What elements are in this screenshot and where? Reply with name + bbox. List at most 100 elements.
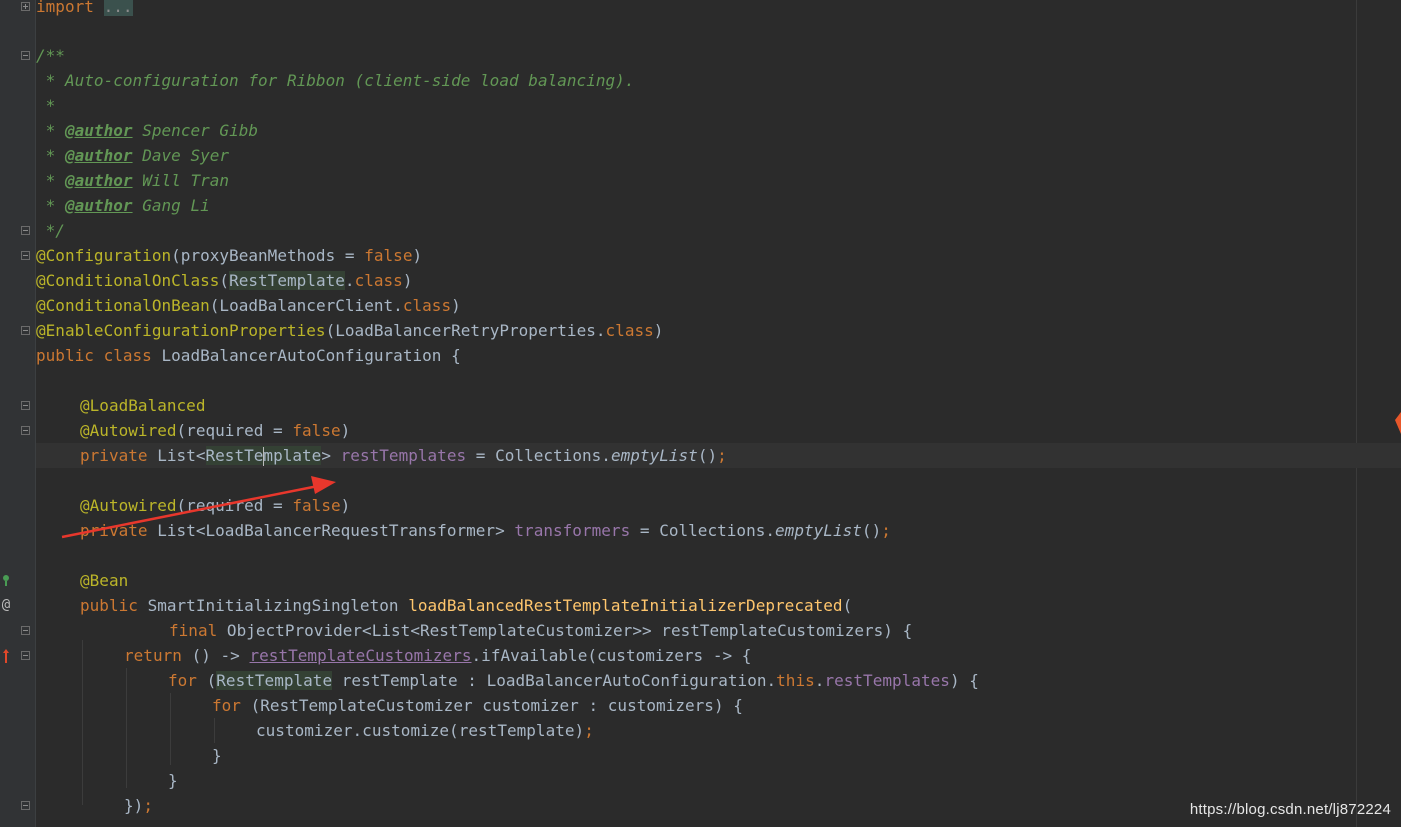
code-text: > bbox=[321, 446, 341, 465]
author-tag: @author bbox=[64, 196, 133, 215]
closing-brace: } bbox=[168, 771, 178, 790]
javadoc-star: * bbox=[36, 146, 65, 165]
semicolon: ; bbox=[143, 796, 153, 815]
folded-imports[interactable]: ... bbox=[103, 0, 133, 16]
fold-collapse-icon[interactable] bbox=[21, 801, 30, 810]
keyword: private bbox=[80, 446, 148, 465]
code-text: ( bbox=[842, 596, 853, 615]
for-loop-line: for (RestTemplate restTemplate : LoadBal… bbox=[168, 668, 979, 693]
javadoc-author-line: * @author Gang Li bbox=[36, 193, 210, 218]
annotation: @Autowired bbox=[80, 421, 177, 440]
code-text: ( bbox=[219, 271, 230, 290]
code-text: (RestTemplateCustomizer customizer : cus… bbox=[240, 696, 743, 715]
code-text: ) bbox=[451, 296, 461, 315]
code-text: = Collections. bbox=[466, 446, 611, 465]
static-method-call: emptyList bbox=[775, 521, 862, 540]
keyword: class bbox=[402, 296, 452, 315]
keyword: public bbox=[80, 596, 138, 615]
javadoc-blank: * bbox=[36, 96, 56, 115]
rest-templates-field-line: private List<RestTemplate> restTemplates… bbox=[80, 443, 727, 468]
annotation: @Configuration bbox=[36, 246, 172, 265]
method-declaration-line: public SmartInitializingSingleton loadBa… bbox=[80, 593, 852, 618]
code-text: (LoadBalancerRetryProperties. bbox=[325, 321, 606, 340]
conditional-on-bean-line: @ConditionalOnBean(LoadBalancerClient.cl… bbox=[36, 293, 461, 318]
fold-expand-icon[interactable] bbox=[21, 2, 30, 11]
field-name: restTemplates bbox=[824, 671, 950, 690]
closing-lambda-line: }); bbox=[124, 793, 153, 818]
indent-guide bbox=[214, 718, 215, 743]
author-name: Will Tran bbox=[142, 171, 230, 190]
javadoc-author-line: * @author Dave Syer bbox=[36, 143, 229, 168]
author-name: Dave Syer bbox=[142, 146, 230, 165]
fold-collapse-icon[interactable] bbox=[21, 51, 30, 60]
semicolon: ; bbox=[717, 446, 727, 465]
code-text: (proxyBeanMethods = bbox=[171, 246, 365, 265]
author-tag: @author bbox=[64, 121, 133, 140]
author-name: Spencer Gibb bbox=[142, 121, 259, 140]
annotation: @ConditionalOnBean bbox=[36, 296, 210, 315]
class-name: LoadBalancerAutoConfiguration { bbox=[151, 346, 461, 365]
code-text: ) bbox=[340, 496, 351, 515]
code-text: () bbox=[861, 521, 882, 540]
class-declaration-line: public class LoadBalancerAutoConfigurati… bbox=[36, 343, 461, 368]
bean-run-icon[interactable] bbox=[0, 574, 12, 589]
fold-collapse-icon[interactable] bbox=[21, 401, 30, 410]
code-text: . bbox=[344, 271, 355, 290]
annotation: @ConditionalOnClass bbox=[36, 271, 220, 290]
static-method-call: emptyList bbox=[610, 446, 698, 465]
keyword: this bbox=[776, 671, 815, 690]
boolean-literal: false bbox=[292, 421, 341, 440]
configuration-annotation-line: @Configuration(proxyBeanMethods = false) bbox=[36, 243, 422, 268]
autowired-annotation-line: @Autowired(required = false) bbox=[80, 493, 350, 518]
watermark: https://blog.csdn.net/lj872224 bbox=[1189, 801, 1391, 818]
transformers-field-line: private List<LoadBalancerRequestTransfor… bbox=[80, 518, 891, 543]
code-text: () -> bbox=[181, 646, 250, 665]
fold-collapse-icon[interactable] bbox=[21, 251, 30, 260]
keyword: class bbox=[354, 271, 403, 290]
code-text: }) bbox=[124, 796, 144, 815]
keyword: class bbox=[605, 321, 654, 340]
indent-guide bbox=[170, 693, 171, 765]
highlighted-type: RestTemplate bbox=[216, 671, 333, 690]
code-text: ) bbox=[412, 246, 423, 265]
import-line: import ... bbox=[36, 0, 133, 19]
conditional-on-class-line: @ConditionalOnClass(RestTemplate.class) bbox=[36, 268, 412, 293]
field-name: restTemplates bbox=[340, 446, 467, 465]
method-params-line: final ObjectProvider<List<RestTemplateCu… bbox=[169, 618, 912, 643]
fold-collapse-icon[interactable] bbox=[21, 651, 30, 660]
annotation-at-icon[interactable]: @ bbox=[0, 598, 12, 612]
return-line: return () -> restTemplateCustomizers.ifA… bbox=[124, 643, 751, 668]
code-editor[interactable]: @ import ... /** * Auto-configuration fo… bbox=[0, 0, 1401, 827]
fold-collapse-icon[interactable] bbox=[21, 626, 30, 635]
boolean-literal: false bbox=[292, 496, 341, 515]
override-up-arrow-icon[interactable] bbox=[0, 648, 12, 667]
keyword: for bbox=[212, 696, 241, 715]
code-text: (required = bbox=[176, 496, 293, 515]
code-text: List<LoadBalancerRequestTransformer> bbox=[147, 521, 515, 540]
semicolon: ; bbox=[881, 521, 891, 540]
keyword: return bbox=[124, 646, 182, 665]
javadoc-description: * Auto-configuration for Ribbon (client-… bbox=[36, 71, 635, 90]
javadoc-close: */ bbox=[36, 221, 65, 240]
code-text: () bbox=[697, 446, 718, 465]
code-text: ( bbox=[196, 671, 217, 690]
highlighted-type: RestTe bbox=[205, 446, 264, 465]
method-name: loadBalancedRestTemplateInitializerDepre… bbox=[408, 596, 843, 615]
indent-guide bbox=[82, 640, 83, 805]
javadoc-star: * bbox=[36, 171, 65, 190]
annotation: @Autowired bbox=[80, 496, 177, 515]
fold-collapse-icon[interactable] bbox=[21, 326, 30, 335]
error-stripe-marker[interactable] bbox=[1395, 412, 1401, 434]
code-text: customizer.customize(restTemplate) bbox=[256, 721, 585, 740]
right-margin-guide bbox=[1356, 0, 1357, 827]
enable-config-properties-line: @EnableConfigurationProperties(LoadBalan… bbox=[36, 318, 663, 343]
fold-collapse-icon[interactable] bbox=[21, 226, 30, 235]
code-text: . bbox=[814, 671, 825, 690]
code-text: List< bbox=[147, 446, 206, 465]
highlighted-type: RestTemplate bbox=[229, 271, 345, 290]
keyword: final bbox=[169, 621, 218, 640]
author-name: Gang Li bbox=[142, 196, 210, 215]
field-name: transformers bbox=[514, 521, 631, 540]
fold-collapse-icon[interactable] bbox=[21, 426, 30, 435]
semicolon: ; bbox=[584, 721, 594, 740]
